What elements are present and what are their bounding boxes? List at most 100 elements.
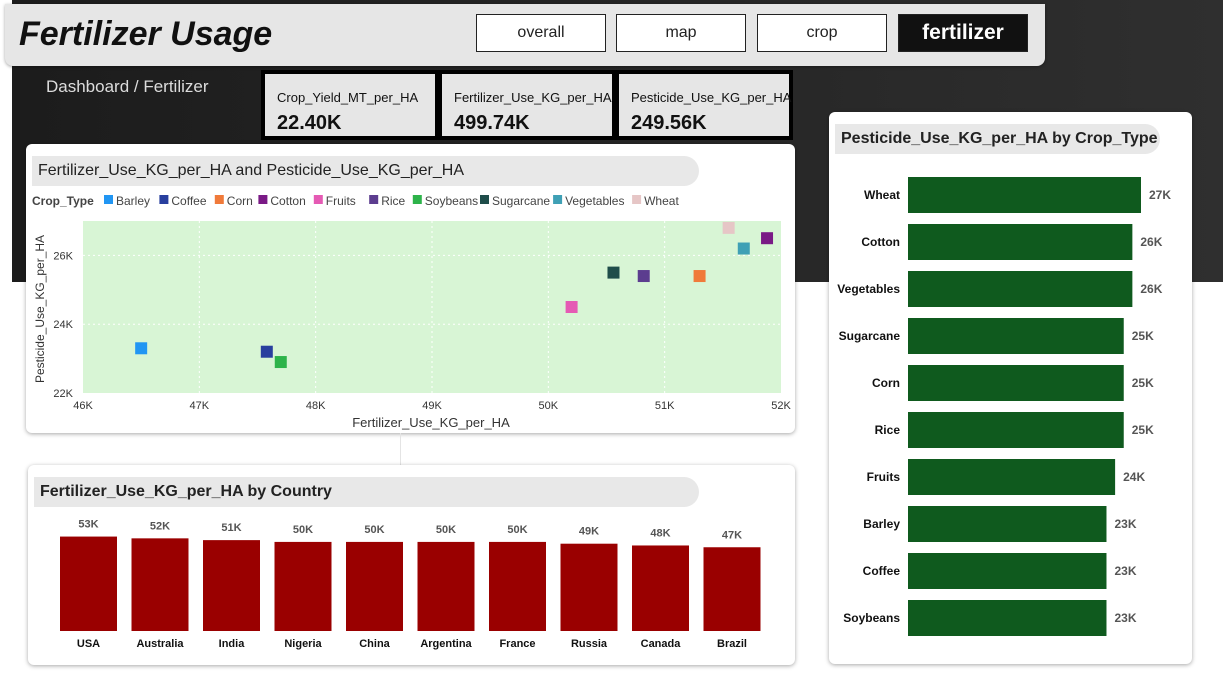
- legend-swatch: [159, 195, 169, 204]
- category-label: Fruits: [867, 470, 901, 484]
- data-label: 24K: [1123, 470, 1145, 484]
- crop-bar-soybeans[interactable]: [908, 600, 1107, 636]
- legend-item-label: Cotton: [270, 194, 305, 208]
- y-tick-label: 26K: [53, 250, 73, 262]
- scatter-point-corn[interactable]: [693, 270, 706, 283]
- legend-swatch: [313, 195, 323, 204]
- x-axis-label: Fertilizer_Use_KG_per_HA: [352, 415, 510, 430]
- legend-title: Crop_Type: [32, 194, 94, 208]
- x-tick-label: 50K: [539, 400, 559, 412]
- page-title: Fertilizer Usage: [19, 15, 273, 53]
- legend-item-label: Coffee: [171, 194, 206, 208]
- crop-bar-barley[interactable]: [908, 506, 1107, 542]
- x-tick-label: 46K: [73, 400, 93, 412]
- category-label: Corn: [872, 376, 900, 390]
- category-label: China: [359, 638, 390, 650]
- category-label: France: [499, 638, 535, 650]
- scatter-chart-card: Fertilizer_Use_KG_per_HA and Pesticide_U…: [26, 144, 795, 433]
- data-label: 26K: [1140, 282, 1162, 296]
- crop-bar-vegetables[interactable]: [908, 271, 1133, 307]
- country-bar-nigeria[interactable]: [274, 541, 332, 631]
- country-bar-china[interactable]: [346, 541, 403, 631]
- category-label: USA: [77, 638, 100, 650]
- category-label: Brazil: [717, 638, 747, 650]
- legend-swatch: [104, 195, 113, 204]
- country-bar-brazil[interactable]: [703, 547, 761, 631]
- scatter-point-coffee[interactable]: [260, 345, 273, 358]
- category-label: Barley: [863, 517, 900, 531]
- data-label: 26K: [1140, 235, 1162, 249]
- scatter-point-wheat[interactable]: [722, 221, 735, 234]
- scatter-point-rice[interactable]: [637, 270, 650, 283]
- crop-bar-chart[interactable]: Wheat 27K Cotton 26K Vegetables 26K Sugarcane 2…: [829, 112, 1192, 664]
- country-bar-france[interactable]: [489, 541, 546, 631]
- country-bar-india[interactable]: [203, 540, 260, 631]
- scatter-point-cotton[interactable]: [761, 232, 774, 245]
- data-label: 52K: [150, 520, 170, 532]
- scatter-point-sugarcane[interactable]: [607, 266, 620, 279]
- data-label: 25K: [1132, 329, 1154, 343]
- crop-bar-cotton[interactable]: [908, 224, 1133, 260]
- data-label: 47K: [722, 529, 742, 541]
- country-bar-canada[interactable]: [632, 545, 689, 631]
- crop-bar-corn[interactable]: [908, 365, 1124, 401]
- y-axis-label: Pesticide_Use_KG_per_HA: [33, 235, 47, 383]
- legend-swatch: [553, 195, 563, 204]
- kpi-card-fertilizer-use: Fertilizer_Use_KG_per_HA 499.74K: [438, 70, 616, 140]
- scatter-point-vegetables[interactable]: [737, 242, 750, 255]
- kpi-card-crop-yield: Crop_Yield_MT_per_HA 22.40K: [261, 70, 439, 140]
- scatter-point-barley[interactable]: [135, 342, 148, 355]
- scatter-legend: Barley Coffee Corn Cotton Fruits Rice Soybeans…: [104, 194, 679, 208]
- nav-button-map[interactable]: map: [616, 14, 746, 52]
- kpi-label: Fertilizer_Use_KG_per_HA: [454, 90, 612, 105]
- country-bar-argentina[interactable]: [417, 541, 475, 631]
- nav-button-overall[interactable]: overall: [476, 14, 606, 52]
- scatter-point-fruits[interactable]: [565, 301, 578, 313]
- data-label: 50K: [507, 524, 527, 536]
- y-tick-label: 22K: [53, 388, 73, 400]
- scatter-chart[interactable]: Crop_Type Barley Coffee Corn Cotton Fruits Ri…: [26, 144, 795, 433]
- legend-item-label: Sugarcane: [492, 194, 550, 208]
- legend-item-label: Vegetables: [565, 194, 624, 208]
- category-label: Canada: [641, 638, 682, 650]
- category-label: Cotton: [861, 235, 900, 249]
- country-bar-australia[interactable]: [131, 538, 189, 631]
- x-tick-label: 49K: [422, 400, 442, 412]
- x-tick-label: 51K: [655, 400, 675, 412]
- legend-swatch: [214, 195, 224, 204]
- scatter-point-soybeans[interactable]: [274, 356, 287, 369]
- data-label: 23K: [1114, 517, 1136, 531]
- crop-bar-sugarcane[interactable]: [908, 318, 1124, 354]
- crop-bar-rice[interactable]: [908, 412, 1124, 448]
- data-label: 48K: [650, 527, 670, 539]
- data-label: 53K: [78, 519, 98, 531]
- kpi-value: 249.56K: [631, 112, 707, 134]
- top-bar: Fertilizer Usage overall map crop fertil…: [5, 4, 1045, 66]
- nav-button-crop[interactable]: crop: [757, 14, 887, 52]
- category-label: Russia: [571, 638, 608, 650]
- category-label: Rice: [875, 423, 901, 437]
- kpi-value: 499.74K: [454, 112, 530, 134]
- country-bar-chart[interactable]: 53K USA 52K Australia 51K India 50K Nigeria 50K C…: [28, 465, 795, 665]
- crop-bar-wheat[interactable]: [908, 177, 1141, 213]
- crop-bar-fruits[interactable]: [908, 459, 1116, 495]
- legend-swatch: [258, 195, 268, 204]
- y-tick-label: 24K: [53, 319, 73, 331]
- legend-item-label: Wheat: [644, 194, 679, 208]
- category-label: Argentina: [420, 638, 472, 650]
- crop-bar-coffee[interactable]: [908, 553, 1107, 589]
- nav-button-fertilizer[interactable]: fertilizer: [898, 14, 1028, 52]
- legend-item-label: Soybeans: [425, 194, 478, 208]
- kpi-value: 22.40K: [277, 112, 342, 134]
- legend-item-label: Corn: [227, 194, 253, 208]
- data-label: 23K: [1114, 564, 1136, 578]
- category-label: Soybeans: [843, 611, 900, 625]
- category-label: Nigeria: [284, 638, 322, 650]
- country-bar-russia[interactable]: [560, 543, 618, 631]
- country-bar-usa[interactable]: [60, 536, 117, 631]
- legend-item-label: Barley: [116, 194, 150, 208]
- x-tick-label: 52K: [771, 400, 791, 412]
- country-bar-chart-card: Fertilizer_Use_KG_per_HA by Country 53K U…: [28, 465, 795, 665]
- category-label: Sugarcane: [839, 329, 901, 343]
- kpi-label: Crop_Yield_MT_per_HA: [277, 90, 419, 105]
